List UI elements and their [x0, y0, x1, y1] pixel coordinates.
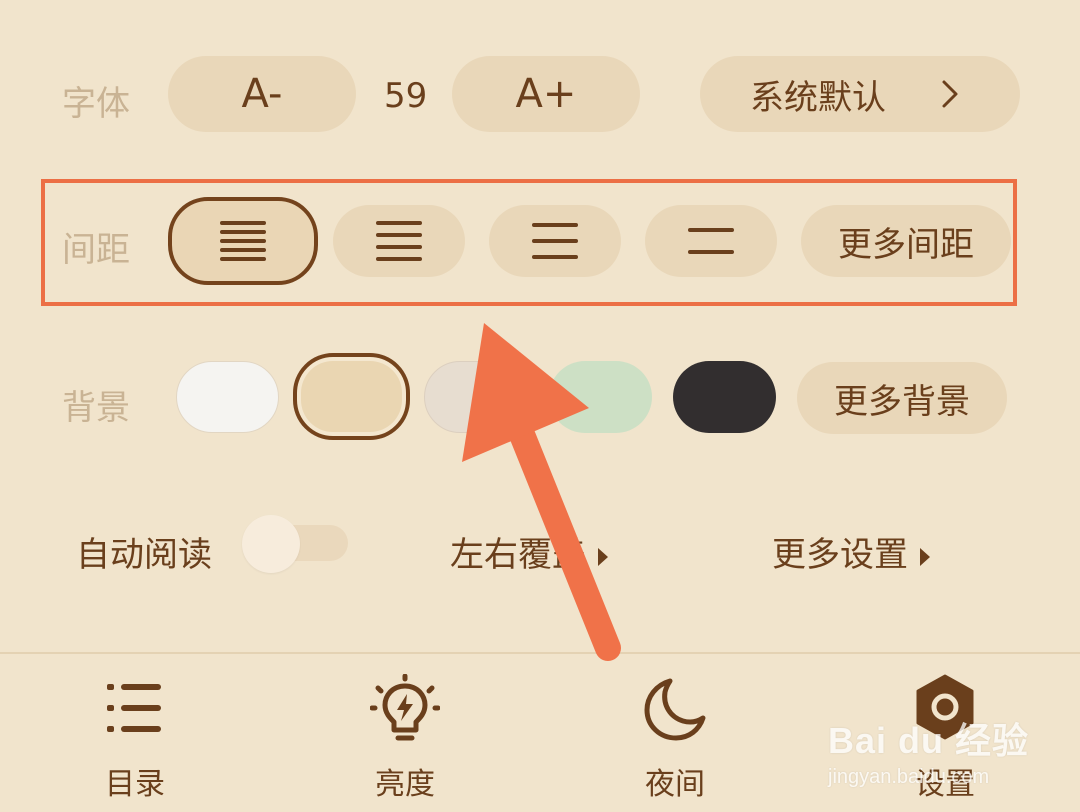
font-increase-label: A+: [515, 71, 577, 117]
background-row-label: 背景: [62, 388, 130, 428]
more-background-button[interactable]: 更多背景: [797, 362, 1007, 434]
moon-icon: [644, 678, 706, 741]
font-size-value: 59: [384, 76, 428, 116]
watermark-url: jingyan.baidu.com: [828, 766, 990, 788]
more-settings-label: 更多设置: [772, 535, 908, 575]
triangle-right-icon: [598, 547, 608, 566]
font-decrease-button[interactable]: A-: [168, 56, 356, 132]
nav-item-brightness[interactable]: 亮度: [315, 654, 495, 812]
nav-label-contents: 目录: [105, 767, 165, 802]
font-increase-button[interactable]: A+: [452, 56, 640, 132]
typeface-button[interactable]: 系统默认: [700, 56, 1020, 132]
auto-read-label: 自动阅读: [76, 535, 212, 575]
background-swatch-green[interactable]: [549, 361, 652, 433]
font-row-label: 字体: [62, 84, 130, 124]
background-swatch-dark[interactable]: [673, 361, 776, 433]
chevron-right-icon: [942, 80, 958, 108]
font-decrease-label: A-: [241, 71, 283, 117]
lightbulb-icon: [370, 674, 440, 741]
list-icon: [107, 684, 161, 732]
nav-label-brightness: 亮度: [375, 767, 435, 802]
triangle-right-icon: [920, 547, 930, 566]
background-swatch-parchment[interactable]: [293, 353, 410, 440]
more-background-label: 更多背景: [834, 381, 970, 422]
spacing-row-highlight: [41, 179, 1017, 306]
typeface-label: 系统默认: [750, 77, 886, 118]
page-turn-mode-button[interactable]: 左右覆盖: [450, 527, 608, 576]
background-swatch-white[interactable]: [176, 361, 279, 433]
nav-label-night: 夜间: [645, 767, 705, 802]
nav-item-night[interactable]: 夜间: [585, 654, 765, 812]
nav-item-contents[interactable]: 目录: [45, 654, 225, 812]
more-settings-button[interactable]: 更多设置: [772, 527, 930, 576]
watermark: Bai du 经验 jingyan.baidu.com: [828, 712, 1029, 789]
background-swatch-gray[interactable]: [424, 361, 527, 433]
auto-read-toggle-knob: [242, 515, 300, 573]
watermark-brand: Bai du 经验: [828, 720, 1030, 761]
page-turn-mode-label: 左右覆盖: [450, 535, 586, 575]
